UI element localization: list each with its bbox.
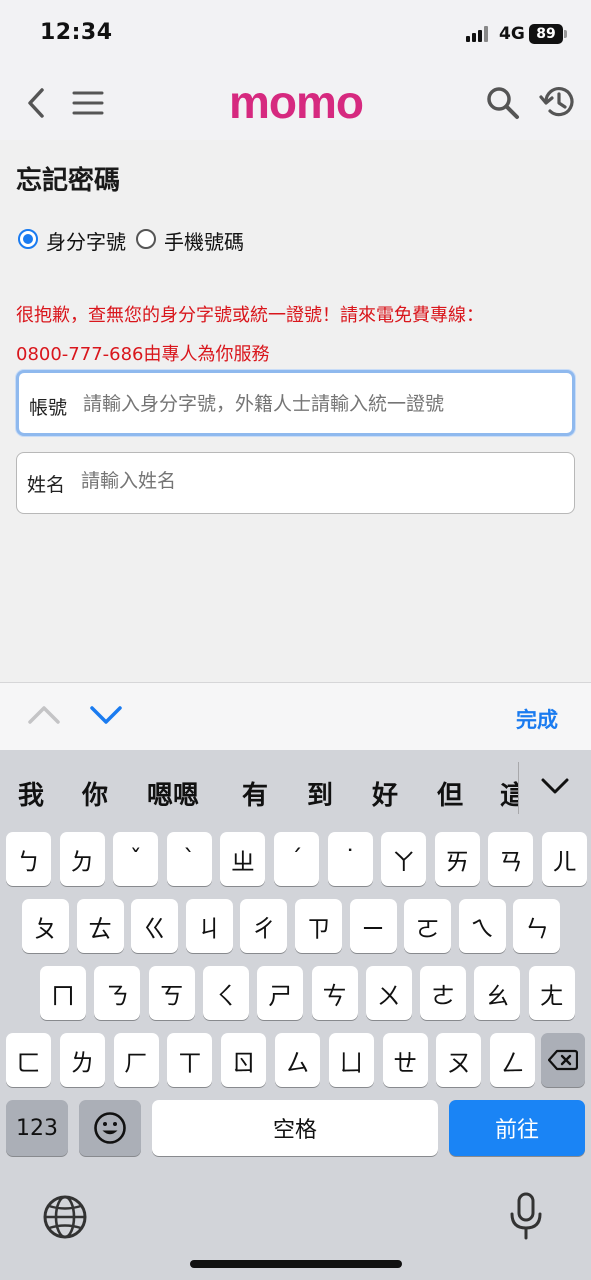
key-row4-8[interactable]: ㄝ: [382, 1033, 428, 1087]
key-row1-11[interactable]: ㄦ: [542, 832, 587, 886]
key-row4-3[interactable]: ㄏ: [113, 1033, 159, 1087]
account-field-label: 帳號: [29, 397, 68, 419]
key-row4-5[interactable]: ㄖ: [221, 1033, 267, 1087]
key-row4-2[interactable]: ㄌ: [59, 1033, 105, 1087]
key-row3-10[interactable]: ㄤ: [528, 966, 575, 1020]
battery-icon: 89: [529, 24, 563, 44]
candidate-1[interactable]: 我: [18, 775, 44, 812]
backspace-icon: [548, 1049, 578, 1071]
candidate-separator: [518, 762, 519, 814]
key-row3-1[interactable]: ㄇ: [40, 966, 86, 1020]
radio-phone-number[interactable]: [136, 229, 156, 249]
candidate-2[interactable]: 你: [82, 775, 108, 812]
key-row3-6[interactable]: ㄘ: [311, 966, 358, 1020]
space-key[interactable]: 空格: [152, 1100, 438, 1156]
previous-field-icon[interactable]: [26, 702, 62, 728]
radio-id-number[interactable]: [18, 229, 38, 249]
logo-text: momo: [229, 84, 363, 124]
home-indicator: [190, 1260, 402, 1268]
key-row2-9[interactable]: ㄟ: [458, 899, 506, 953]
key-row1-7[interactable]: ˙: [327, 832, 373, 886]
key-row1-10[interactable]: ㄢ: [488, 832, 534, 886]
radio-id-number-label[interactable]: 身分字號: [46, 226, 126, 255]
key-row4-6[interactable]: ㄙ: [275, 1033, 320, 1087]
candidate-4[interactable]: 有: [242, 775, 268, 812]
key-row1-6[interactable]: ˊ: [274, 832, 319, 886]
emoji-key[interactable]: [79, 1100, 141, 1156]
key-row1-8[interactable]: ㄚ: [381, 832, 427, 886]
key-row4-1[interactable]: ㄈ: [6, 1033, 51, 1087]
back-icon[interactable]: [22, 86, 52, 120]
name-field-label: 姓名: [27, 474, 66, 496]
key-row4-7[interactable]: ㄩ: [328, 1033, 374, 1087]
candidate-3[interactable]: 嗯嗯: [147, 775, 199, 812]
key-row4-10[interactable]: ㄥ: [490, 1033, 536, 1087]
key-row3-7[interactable]: ㄨ: [365, 966, 412, 1020]
menu-icon[interactable]: [72, 90, 104, 116]
key-row2-4[interactable]: ㄐ: [185, 899, 233, 953]
expand-candidates-icon[interactable]: [540, 776, 570, 798]
globe-icon[interactable]: [42, 1194, 88, 1240]
key-row2-1[interactable]: ㄆ: [22, 899, 69, 953]
key-row1-5[interactable]: ㄓ: [220, 832, 266, 886]
network-label: 4G: [499, 24, 525, 44]
name-input[interactable]: [81, 470, 561, 492]
key-row3-8[interactable]: ㄜ: [420, 966, 467, 1020]
candidate-8-text: 這: [500, 781, 518, 811]
key-row2-7[interactable]: ㄧ: [349, 899, 397, 953]
key-row1-3[interactable]: ˇ: [113, 832, 159, 886]
key-row4-4[interactable]: ㄒ: [167, 1033, 213, 1087]
error-message-line2: 0800-777-686由專人為你服務: [16, 344, 270, 365]
key-row3-2[interactable]: ㄋ: [94, 966, 141, 1020]
key-row2-3[interactable]: ㄍ: [131, 899, 179, 953]
key-row2-8[interactable]: ㄛ: [404, 899, 452, 953]
battery-tip: [564, 30, 567, 38]
key-row3-3[interactable]: ㄎ: [148, 966, 195, 1020]
account-field[interactable]: 帳號: [16, 370, 575, 436]
momo-logo[interactable]: momo: [208, 84, 384, 124]
key-row1-1[interactable]: ㄅ: [6, 832, 51, 886]
key-row2-6[interactable]: ㄗ: [295, 899, 342, 953]
key-row2-2[interactable]: ㄊ: [76, 899, 124, 953]
key-row2-5[interactable]: ㄔ: [240, 899, 288, 953]
candidate-5[interactable]: 到: [307, 775, 333, 812]
name-field[interactable]: 姓名: [16, 452, 575, 514]
status-time: 12:34: [40, 20, 113, 45]
page-title: 忘記密碼: [16, 166, 121, 196]
key-row1-4[interactable]: ˋ: [166, 832, 212, 886]
key-row3-4[interactable]: ㄑ: [202, 966, 249, 1020]
error-message-line1: 很抱歉，查無您的身分字號或統一證號！請來電免費專線：: [16, 305, 484, 326]
key-row3-5[interactable]: ㄕ: [257, 966, 304, 1020]
go-key[interactable]: 前往: [449, 1100, 585, 1156]
next-field-icon[interactable]: [88, 702, 124, 728]
key-row4-9[interactable]: ㄡ: [436, 1033, 482, 1087]
candidate-6[interactable]: 好: [372, 775, 398, 812]
history-icon[interactable]: [538, 84, 578, 120]
radio-phone-number-label[interactable]: 手機號碼: [164, 226, 244, 255]
candidate-8[interactable]: 這: [500, 775, 518, 815]
account-input[interactable]: [83, 393, 563, 415]
microphone-icon[interactable]: [506, 1190, 546, 1242]
key-row2-10[interactable]: ㄣ: [513, 899, 561, 953]
search-icon[interactable]: [484, 84, 520, 120]
signal-icon: [466, 26, 492, 42]
delete-key[interactable]: [541, 1033, 585, 1087]
numbers-key[interactable]: 123: [6, 1100, 68, 1156]
emoji-icon: [94, 1112, 126, 1144]
key-row1-9[interactable]: ㄞ: [434, 832, 480, 886]
candidate-7[interactable]: 但: [437, 775, 463, 812]
done-button[interactable]: 完成: [516, 704, 558, 734]
key-row3-9[interactable]: ㄠ: [474, 966, 521, 1020]
key-row1-2[interactable]: ㄉ: [59, 832, 105, 886]
